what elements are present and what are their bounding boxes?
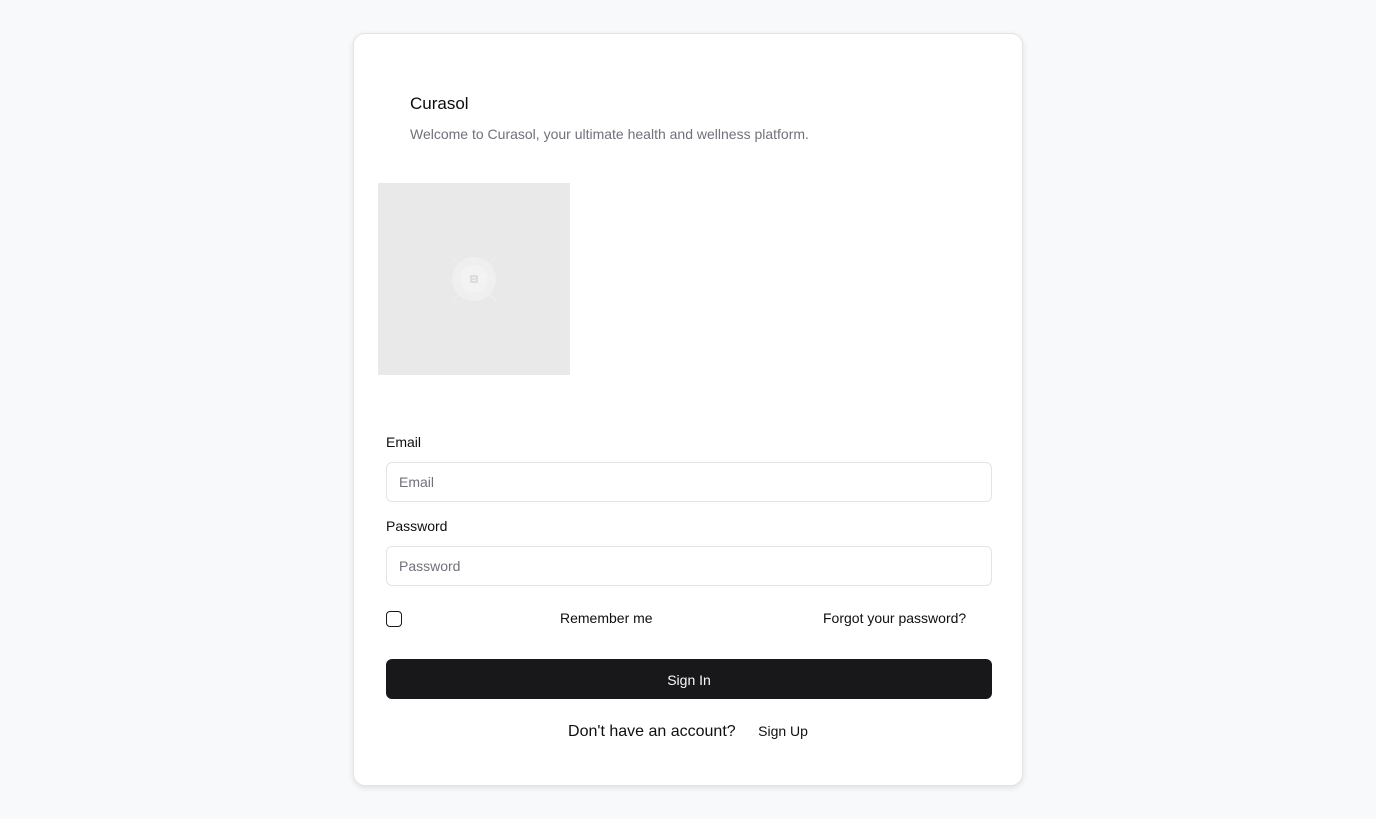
email-field[interactable]	[386, 462, 992, 502]
hero-image	[378, 183, 570, 375]
app-subtitle: Welcome to Curasol, your ultimate health…	[410, 126, 809, 142]
password-field[interactable]	[386, 546, 992, 586]
sign-up-link[interactable]: Sign Up	[758, 723, 808, 739]
remember-me-label[interactable]: Remember me	[560, 610, 653, 626]
signup-prompt: Don't have an account?	[568, 723, 736, 740]
password-label: Password	[386, 518, 448, 534]
signup-row: Don't have an account? Sign Up	[354, 723, 1022, 741]
remember-me-checkbox[interactable]	[386, 611, 402, 627]
image-placeholder-icon	[378, 183, 570, 375]
app-title: Curasol	[410, 94, 469, 113]
sign-in-button[interactable]: Sign In	[386, 659, 992, 699]
email-label: Email	[386, 434, 422, 450]
login-card: Curasol Welcome to Curasol, your ultimat…	[353, 33, 1023, 786]
forgot-password-link[interactable]: Forgot your password?	[823, 610, 966, 626]
